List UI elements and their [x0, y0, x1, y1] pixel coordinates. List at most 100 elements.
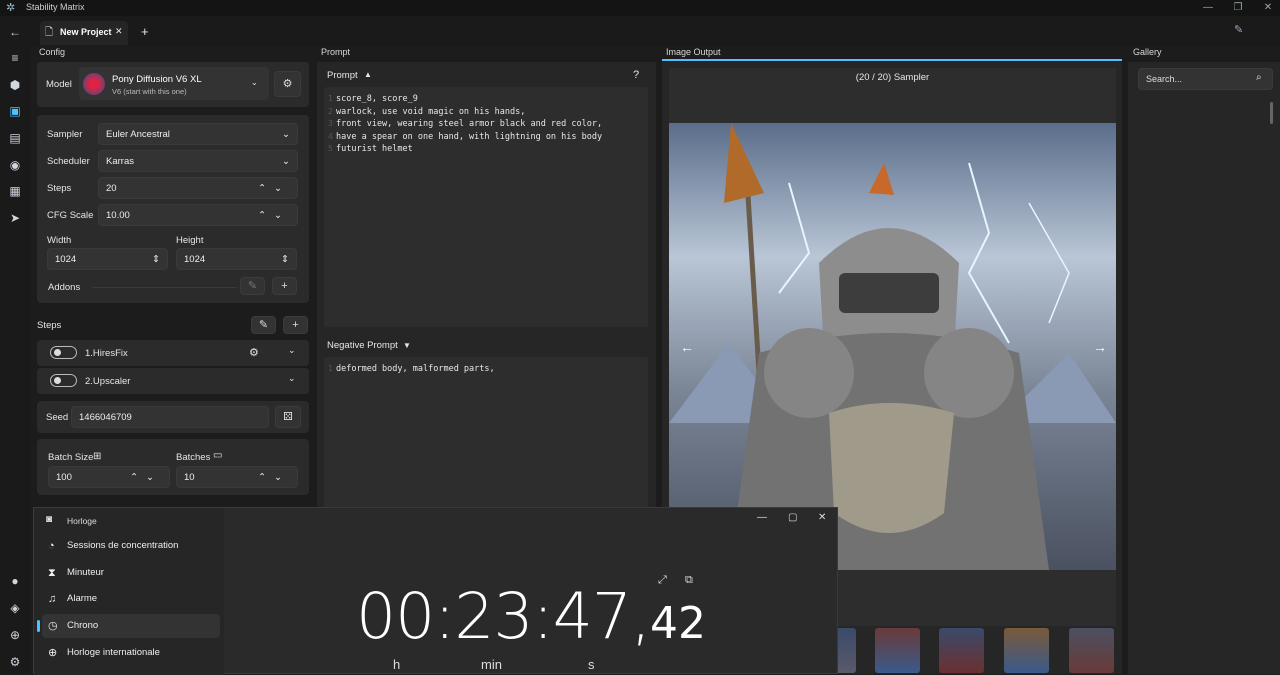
- batch-size-input[interactable]: 100 ⌃⌄: [48, 466, 170, 488]
- package-icon[interactable]: ⬢: [6, 76, 24, 94]
- plus-icon: +: [292, 319, 299, 331]
- thumbnail[interactable]: [1004, 628, 1049, 673]
- time-fraction: 42: [649, 598, 706, 649]
- send-icon[interactable]: ➤: [6, 209, 24, 227]
- gear-icon[interactable]: ⚙: [249, 346, 259, 359]
- seed-input[interactable]: 1466046709: [71, 406, 269, 428]
- nav-label: Sessions de concentration: [67, 540, 179, 551]
- upscaler-toggle[interactable]: [50, 374, 77, 387]
- help-button[interactable]: ?: [633, 69, 639, 81]
- thumbnail[interactable]: [1069, 628, 1114, 673]
- app-logo-icon: ✲: [6, 2, 16, 14]
- steps-value: 20: [106, 183, 117, 194]
- active-indicator: [37, 620, 40, 632]
- cfg-input[interactable]: 10.00 ⌃⌄: [98, 204, 298, 226]
- scrollbar[interactable]: [1270, 102, 1273, 124]
- chevron-down-icon[interactable]: ⌄: [288, 373, 296, 384]
- minimize-icon[interactable]: —: [1196, 0, 1220, 16]
- nav-alarm[interactable]: ♫ Alarme: [42, 587, 220, 611]
- chevron-down-icon[interactable]: ⌄: [288, 345, 296, 356]
- divider: [92, 287, 237, 288]
- nav-world-clock[interactable]: ⊕ Horloge internationale: [42, 641, 220, 665]
- prompt-editor[interactable]: 1 score_8, score_9 2 warlock, use void mag…: [324, 87, 648, 327]
- edit-steps-button[interactable]: ✎: [251, 316, 276, 334]
- hourglass-icon: ⧗: [48, 567, 56, 579]
- unit-seconds: s: [588, 657, 595, 672]
- settings-icon[interactable]: ⚙: [6, 653, 24, 671]
- nav-label: Minuteur: [67, 567, 104, 578]
- negative-prompt-label: Negative Prompt: [327, 340, 398, 351]
- spin-icon[interactable]: ⇕: [152, 254, 160, 265]
- restore-icon[interactable]: ❐: [1226, 0, 1250, 16]
- model-settings-button[interactable]: ⚙: [274, 71, 301, 97]
- back-icon[interactable]: ←: [6, 23, 24, 41]
- model-card: Model Pony Diffusion V6 XL V6 (start wit…: [37, 62, 309, 107]
- seed-value: 1466046709: [79, 412, 132, 423]
- knight-illustration: [669, 123, 1116, 570]
- stepper-icon[interactable]: ⌃⌄: [130, 472, 162, 483]
- batches-label: Batches: [176, 452, 211, 463]
- tab-close-icon[interactable]: ✕: [115, 26, 123, 37]
- maximize-icon[interactable]: ▢: [788, 512, 797, 523]
- download-icon[interactable]: ⊕: [6, 626, 24, 644]
- close-icon[interactable]: ✕: [1256, 0, 1280, 16]
- pin-icon[interactable]: ✎: [1234, 23, 1243, 36]
- workflows-icon[interactable]: ▦: [6, 182, 24, 200]
- caret-down-icon[interactable]: ▼: [403, 341, 411, 350]
- hiresfix-toggle[interactable]: [50, 346, 77, 359]
- thumbnail[interactable]: [939, 628, 984, 673]
- tab-label: New Project: [60, 27, 112, 37]
- stepper-icon[interactable]: ⌃⌄: [258, 210, 290, 221]
- add-step-button[interactable]: +: [283, 316, 308, 334]
- browser-icon[interactable]: ◉: [6, 156, 24, 174]
- stepper-icon[interactable]: ⌃⌄: [258, 183, 290, 194]
- stepper-icon[interactable]: ⌃⌄: [258, 472, 290, 483]
- height-value: 1024: [184, 254, 206, 265]
- nav-timer[interactable]: ⧗ Minuteur: [42, 561, 220, 585]
- prompt-line: 4 have a spear on one hand, with lightnin…: [328, 131, 603, 142]
- width-value: 1024: [55, 254, 77, 265]
- step-hiresfix: 1.HiresFix ⚙ ⌄: [37, 340, 309, 366]
- close-icon[interactable]: ✕: [818, 512, 826, 523]
- sampler-select[interactable]: Euler Ancestral ⌄: [98, 123, 298, 145]
- batches-value: 10: [184, 472, 195, 483]
- previous-image-icon[interactable]: ←: [680, 339, 694, 355]
- pencil-icon: ✎: [247, 280, 258, 292]
- prompt-header: Prompt: [321, 47, 351, 57]
- next-image-icon[interactable]: →: [1093, 339, 1107, 355]
- checkpoint-icon[interactable]: ▤: [6, 129, 24, 147]
- tab-new-project[interactable]: 🗋 New Project ✕: [40, 21, 128, 45]
- clock-window: ◙ Horloge ◔ Sessions de concentration ⧗ Mi…: [33, 507, 838, 675]
- prompt-label: Prompt: [327, 70, 358, 81]
- addons-label: Addons: [48, 282, 81, 293]
- add-addon-button[interactable]: +: [272, 277, 297, 295]
- height-input[interactable]: 1024 ⇕: [176, 248, 297, 270]
- search-icon: ⌕: [1256, 72, 1262, 83]
- nav-label: Chrono: [67, 620, 99, 631]
- scheduler-select[interactable]: Karras ⌄: [98, 150, 298, 172]
- batches-input[interactable]: 10 ⌃⌄: [176, 466, 298, 488]
- inference-icon[interactable]: ▣: [6, 102, 24, 120]
- edit-addons-button[interactable]: ✎: [240, 277, 265, 295]
- caret-up-icon[interactable]: ▲: [364, 70, 372, 79]
- negative-prompt-line: 1 deformed body, malformed parts,: [328, 364, 495, 374]
- cfg-label: CFG Scale: [47, 210, 94, 221]
- negative-prompt-editor[interactable]: 1 deformed body, malformed parts,: [324, 357, 648, 517]
- randomize-seed-button[interactable]: ⚄: [275, 406, 301, 428]
- menu-icon[interactable]: ≡: [6, 49, 24, 67]
- spin-icon[interactable]: ⇕: [281, 254, 289, 265]
- nav-label: Horloge internationale: [67, 647, 160, 658]
- patreon-icon[interactable]: ●: [6, 572, 24, 590]
- width-input[interactable]: 1024 ⇕: [47, 248, 168, 270]
- model-select[interactable]: Pony Diffusion V6 XL V6 (start with this…: [79, 67, 269, 100]
- discord-icon[interactable]: ◈: [6, 599, 24, 617]
- thumbnail[interactable]: [875, 628, 920, 673]
- gallery-search-input[interactable]: Search... ⌕: [1138, 68, 1273, 90]
- seed-card: Seed 1466046709 ⚄: [37, 401, 309, 433]
- minimize-icon[interactable]: —: [757, 512, 767, 523]
- steps-input[interactable]: 20 ⌃⌄: [98, 177, 298, 199]
- add-tab-button[interactable]: +: [141, 24, 149, 39]
- nav-sessions[interactable]: ◔ Sessions de concentration: [42, 534, 220, 558]
- nav-stopwatch[interactable]: ◷ Chrono: [37, 614, 220, 638]
- dice-icon: ⚄: [283, 411, 293, 423]
